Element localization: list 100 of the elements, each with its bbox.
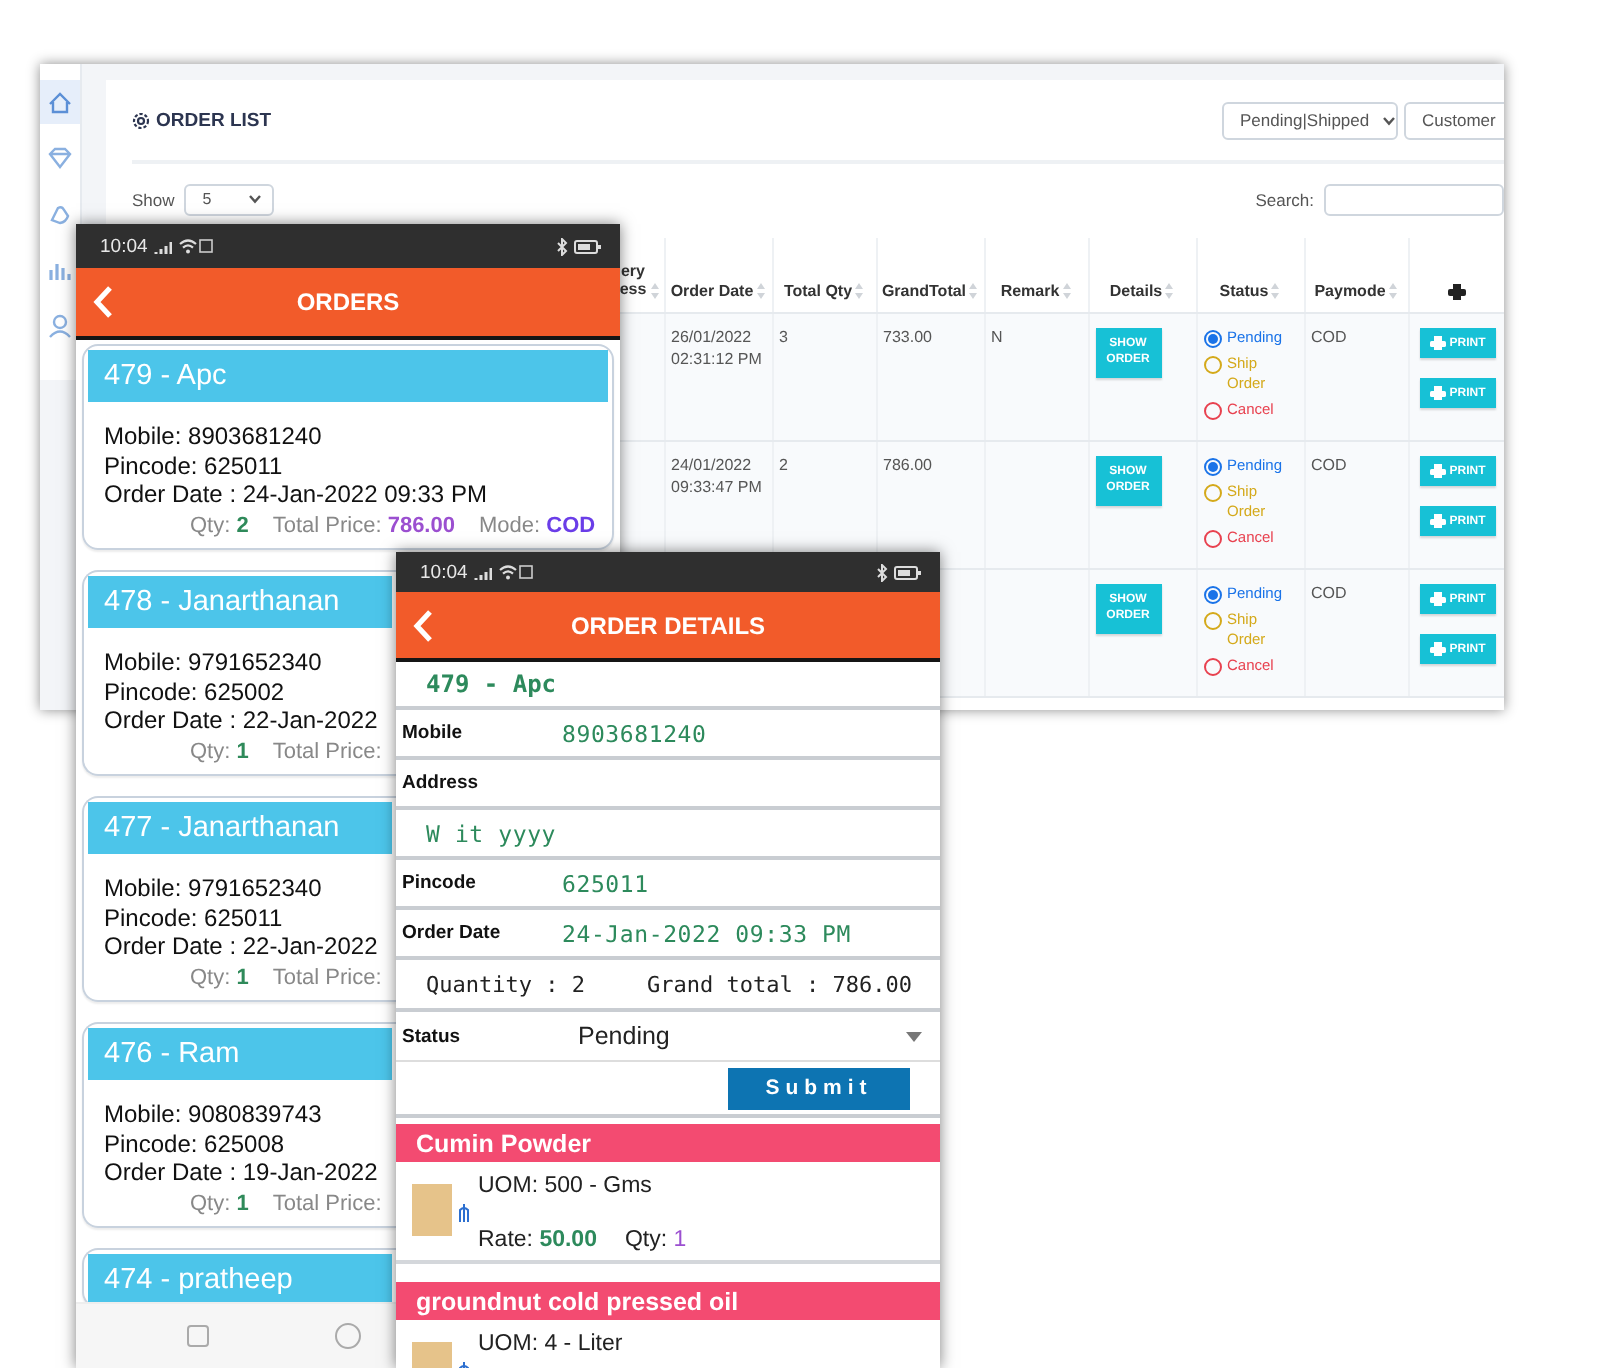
radio-button[interactable] <box>1203 484 1221 503</box>
sort-icon <box>1387 282 1398 300</box>
radio-button[interactable] <box>1203 330 1221 348</box>
battery-icon <box>574 239 602 253</box>
field-label: Order Date <box>402 922 503 944</box>
page-size-dropdown[interactable]: 5 <box>184 183 275 215</box>
order-card[interactable]: 478 - Janarthanan Mobile: 9791652340 Pincode: 625002 Order Date : 22-Jan-2022 Qty: 1 Total Price: <box>82 570 396 776</box>
remark: N <box>991 328 1003 346</box>
order-card[interactable]: 477 - Janarthanan Mobile: 9791652340 Pincode: 625011 Order Date : 22-Jan-2022 Qty: 1 Total Price: <box>82 796 396 1002</box>
submit-button[interactable]: Submit <box>728 1067 910 1109</box>
caret-icon <box>906 1031 922 1041</box>
show-label: Show <box>132 189 175 209</box>
field-value: 625011 <box>562 869 649 897</box>
radio-button[interactable] <box>1203 586 1221 604</box>
price-text: Total Price: <box>272 1191 382 1215</box>
sort-icon <box>1164 282 1175 300</box>
order-detail: Mobile: 9791652340 <box>104 874 322 903</box>
column-header: Remark <box>1000 282 1060 300</box>
sort-icon <box>1270 282 1281 300</box>
sort-icon <box>649 282 659 300</box>
payment-mode: COD <box>1311 328 1347 346</box>
sort-icon <box>854 282 865 300</box>
sort-icon <box>755 282 766 300</box>
price-text: Total Price: <box>272 965 382 989</box>
order-card[interactable]: 479 - Apc Mobile: 8903681240 Pincode: 625011 Order Date : 24-Jan-2022 09:33 PM Qty: 2 Total Price: 786.00 Mode: COD <box>82 344 614 550</box>
product-quantity: Qty: 1 <box>624 1228 687 1252</box>
radio-button[interactable] <box>1203 530 1221 549</box>
small-mark-icon <box>458 1202 470 1224</box>
order-title: 474 - pratheep <box>104 1264 293 1296</box>
order-detail: Pincode: 625011 <box>104 451 283 480</box>
field-label: Address <box>402 772 481 794</box>
column-header: Order Date <box>670 282 754 300</box>
radio-button[interactable] <box>1203 612 1221 631</box>
order-card[interactable]: 474 - pratheep <box>82 1248 396 1302</box>
quantity: 3 <box>779 328 788 346</box>
quantity: 2 <box>779 456 788 474</box>
status-time: 10:04 <box>100 235 148 257</box>
field-label: Status <box>402 1025 463 1047</box>
product-name: groundnut cold pressed oil <box>416 1287 739 1315</box>
bluetooth-icon <box>556 237 568 255</box>
caret-icon <box>248 194 263 204</box>
grand-total-text: Grand total : 786.00 <box>647 971 912 997</box>
order-title: 477 - Janarthanan <box>104 812 340 844</box>
quantity-text: Qty: 1 <box>190 739 249 763</box>
screen-title: ORDERS <box>296 288 400 316</box>
search-field[interactable] <box>1324 183 1504 215</box>
order-card[interactable]: 476 - Ram Mobile: 9080839743 Pincode: 625008 Order Date : 19-Jan-2022 Qty: 1 Total Price: <box>82 1022 396 1228</box>
radio-button[interactable] <box>1203 402 1221 421</box>
quantity-text: Qty: 1 <box>190 1191 249 1215</box>
back-chevron-icon <box>92 284 114 320</box>
order-title: 479 - Apc <box>104 360 227 392</box>
price-text: Total Price: 786.00 <box>272 513 455 537</box>
column-header: Details <box>1109 282 1163 300</box>
order-detail: Order Date : 22-Jan-2022 <box>104 932 378 961</box>
signal-icon <box>153 239 172 253</box>
signal-icon <box>473 565 492 579</box>
sort-icon <box>968 282 979 300</box>
payment-mode: COD <box>1311 456 1347 474</box>
product-rate: Rate: 50.00 <box>478 1228 597 1252</box>
radio-button[interactable] <box>1203 356 1221 375</box>
field-label: Mobile <box>402 722 465 744</box>
wifi-icon <box>177 238 214 254</box>
field-value: 8903681240 <box>562 719 707 747</box>
back-button[interactable] <box>412 607 434 643</box>
quantity-text: Qty: 2 <box>190 513 249 537</box>
square-icon <box>186 1324 210 1348</box>
price-text: Total Price: <box>272 739 382 763</box>
product-name: Cumin Powder <box>416 1129 592 1157</box>
order-detail: Pincode: 625002 <box>104 677 285 706</box>
order-detail: Mobile: 9791652340 <box>104 648 322 677</box>
status-dropdown[interactable]: Pending <box>578 1022 922 1050</box>
radio-button[interactable] <box>1203 458 1221 476</box>
filter-dropdown[interactable]: Pending|Shipped <box>1222 101 1398 139</box>
mode-text: Mode: COD <box>478 513 596 537</box>
field-value: W it yyyy <box>426 819 557 847</box>
radio-button[interactable] <box>1203 658 1221 677</box>
filter-dropdown[interactable]: Customer <box>1404 101 1504 139</box>
page-title: ORDER LIST <box>156 109 272 131</box>
field-value: 24-Jan-2022 09:33 PM <box>562 919 851 947</box>
product-uom: UOM: 500 - Gms <box>478 1174 654 1198</box>
order-date: 24/01/2022 09:33:47 PM <box>671 456 762 496</box>
order-detail: Mobile: 8903681240 <box>104 422 322 451</box>
order-detail: Pincode: 625008 <box>104 1129 285 1158</box>
column-header: Paymode <box>1314 282 1386 300</box>
order-detail: Mobile: 9080839743 <box>104 1100 322 1129</box>
photo-placeholder <box>412 1184 452 1236</box>
field-label: Pincode <box>402 872 478 894</box>
order-detail: Pincode: 625011 <box>104 903 283 932</box>
wifi-icon <box>497 564 534 580</box>
order-detail: Order Date : 19-Jan-2022 <box>104 1158 378 1187</box>
grand-total: 786.00 <box>883 456 932 474</box>
order-detail: Order Date : 22-Jan-2022 <box>104 706 378 735</box>
order-detail: Order Date : 24-Jan-2022 09:33 PM <box>104 480 487 509</box>
payment-mode: COD <box>1311 584 1347 602</box>
battery-icon <box>894 565 922 579</box>
order-date: 26/01/2022 02:31:12 PM <box>671 328 762 368</box>
back-button[interactable] <box>92 284 114 320</box>
sort-icon <box>1061 282 1072 300</box>
order-title: 478 - Janarthanan <box>104 586 340 618</box>
quantity-text: Qty: 1 <box>190 965 249 989</box>
